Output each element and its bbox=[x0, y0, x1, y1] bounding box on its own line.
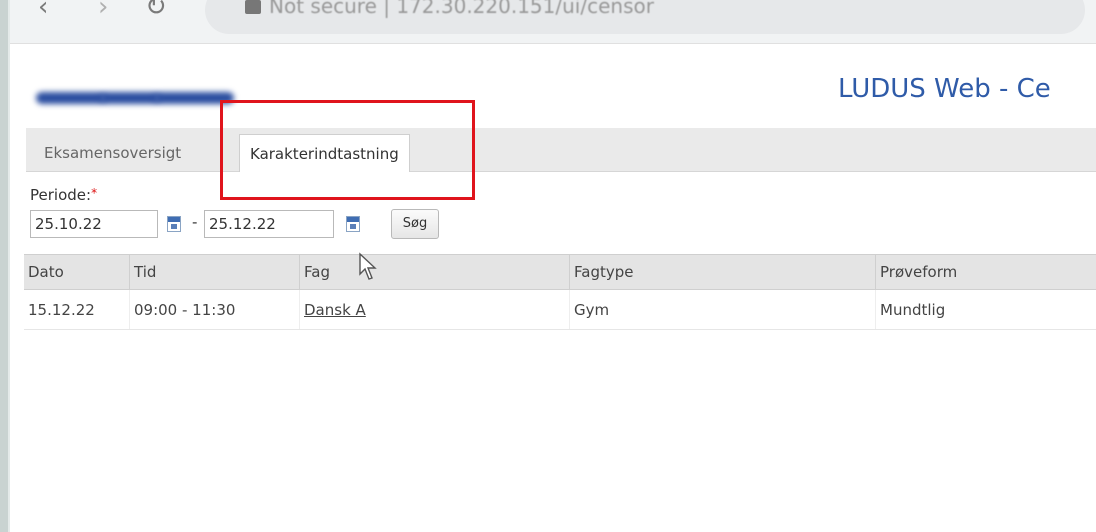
tab-eksamensoversigt[interactable]: Eksamensoversigt bbox=[34, 134, 191, 172]
address-bar-text: Not secure | 172.30.220.151/ui/censor bbox=[269, 0, 654, 18]
tab-karakterindtastning[interactable]: Karakterindtastning bbox=[239, 134, 410, 172]
security-warning-icon[interactable] bbox=[245, 0, 261, 14]
app-title: LUDUS Web - Ce bbox=[838, 74, 1051, 104]
column-header-fagtype[interactable]: Fagtype bbox=[569, 255, 875, 289]
exam-table: Dato Tid Fag Fagtype Prøveform 15.12.22 … bbox=[24, 254, 1096, 330]
mouse-cursor-icon bbox=[359, 252, 377, 280]
cell-tid: 09:00 - 11:30 bbox=[129, 290, 299, 329]
reload-icon[interactable]: ↻ bbox=[145, 0, 167, 22]
forward-arrow-icon[interactable]: › bbox=[98, 0, 108, 22]
subject-link[interactable]: Dansk A bbox=[304, 301, 366, 319]
period-label: Periode:* bbox=[30, 186, 97, 204]
column-header-fag[interactable]: Fag bbox=[299, 255, 569, 289]
calendar-icon[interactable] bbox=[167, 216, 181, 232]
column-header-proeveform[interactable]: Prøveform bbox=[875, 255, 1096, 289]
cell-fagtype: Gym bbox=[569, 290, 875, 329]
ludus-app: LUDUS Web - Ce Eksamensoversigt Karakter… bbox=[10, 44, 1096, 532]
cell-fag: Dansk A bbox=[299, 290, 569, 329]
column-header-dato[interactable]: Dato bbox=[24, 255, 129, 289]
browser-toolbar: ‹ › ↻ Not secure | 172.30.220.151/ui/cen… bbox=[10, 0, 1096, 44]
date-to-input[interactable]: 25.12.22 bbox=[204, 210, 334, 238]
table-header: Dato Tid Fag Fagtype Prøveform bbox=[24, 254, 1096, 290]
school-logo-redacted bbox=[36, 86, 236, 108]
period-label-text: Periode: bbox=[30, 186, 92, 204]
cell-dato: 15.12.22 bbox=[28, 301, 95, 319]
date-range-separator: - bbox=[192, 213, 198, 231]
required-marker: * bbox=[91, 186, 98, 200]
search-button[interactable]: Søg bbox=[391, 209, 439, 239]
tab-bar: Eksamensoversigt Karakterindtastning bbox=[26, 128, 1096, 172]
back-arrow-icon[interactable]: ‹ bbox=[38, 0, 48, 22]
date-from-input[interactable]: 25.10.22 bbox=[30, 210, 158, 238]
cell-proeveform: Mundtlig bbox=[875, 290, 1096, 329]
table-row: 15.12.22 09:00 - 11:30 Dansk A Gym Mundt… bbox=[24, 290, 1096, 330]
column-header-tid[interactable]: Tid bbox=[129, 255, 299, 289]
calendar-icon[interactable] bbox=[346, 216, 360, 232]
address-bar[interactable]: Not secure | 172.30.220.151/ui/censor bbox=[205, 0, 1085, 34]
